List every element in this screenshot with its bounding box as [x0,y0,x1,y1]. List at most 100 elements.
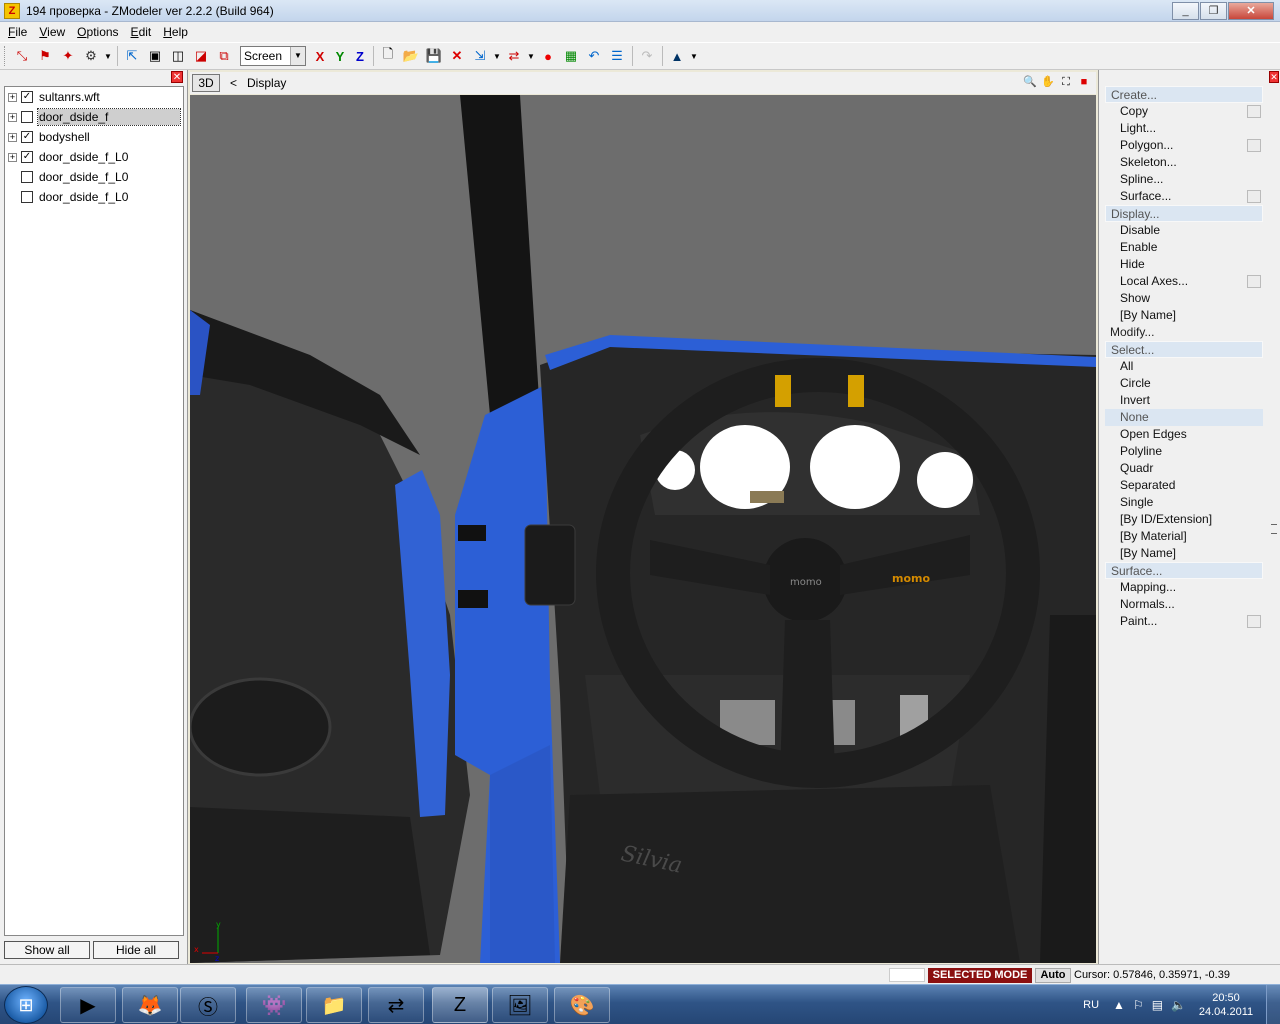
save-icon[interactable]: 💾 [423,45,445,67]
scrollbar-grip[interactable] [1271,524,1277,534]
cmd-select-separated[interactable]: Separated [1105,477,1263,494]
cmd-select-by-material[interactable]: [By Material] [1105,528,1263,545]
view-type-button[interactable]: 3D [192,74,220,92]
cmd-disable[interactable]: Disable [1105,222,1263,239]
stop-icon[interactable]: ■ [1076,74,1092,90]
selected-mode-indicator[interactable]: SELECTED MODE [928,968,1032,983]
cmd-select-single[interactable]: Single [1105,494,1263,511]
cube-red-alt-icon[interactable]: ⧉ [213,45,235,67]
network-icon[interactable]: ▤ [1152,998,1163,1012]
maximize-view-icon[interactable]: ⛶ [1058,74,1074,90]
visibility-checkbox[interactable] [21,171,33,183]
move-tool-icon[interactable]: ⇱ [121,45,143,67]
zmodeler-task-icon[interactable]: Z [432,987,488,1023]
cmd-select-quadr[interactable]: Quadr [1105,460,1263,477]
zoom-icon[interactable]: 🔍 [1022,74,1038,90]
select-bone-icon[interactable]: ✦ [57,45,79,67]
cmd-show[interactable]: Show [1105,290,1263,307]
cmd-mapping[interactable]: Mapping... [1105,579,1263,596]
category-surface[interactable]: Surface... [1105,562,1263,579]
select-vertex-icon[interactable]: ⤡ [11,45,33,67]
hide-all-button[interactable]: Hide all [93,941,179,959]
dropdown-arrow-icon[interactable]: ▼ [526,45,536,67]
render-icon[interactable]: ▦ [560,45,582,67]
close-button[interactable]: ✕ [1228,2,1274,20]
zmodeler-app-icon[interactable]: Z [4,2,20,19]
navigation-icon[interactable]: ▲ [666,45,688,67]
menu-file[interactable]: File [2,25,33,39]
volume-icon[interactable]: 🔈 [1171,998,1186,1012]
tree-item-door-dside-f[interactable]: + door_dside_f [5,107,183,127]
properties-icon[interactable]: ☰ [606,45,628,67]
skype-icon[interactable]: Ⓢ [180,987,236,1023]
menu-help[interactable]: Help [157,25,194,39]
cmd-enable[interactable]: Enable [1105,239,1263,256]
category-select[interactable]: Select... [1105,341,1263,358]
select-polygon-icon[interactable]: ⚑ [34,45,56,67]
close-icon[interactable]: ✕ [1269,71,1279,83]
visibility-checkbox[interactable] [21,111,33,123]
tree-item-sultanrs[interactable]: + ✓ sultanrs.wft [5,87,183,107]
cube-alt-icon[interactable]: ◫ [167,45,189,67]
cmd-select-open-edges[interactable]: Open Edges [1105,426,1263,443]
menu-view[interactable]: View [33,25,71,39]
auto-button[interactable]: Auto [1035,968,1071,983]
axis-z-toggle[interactable]: Z [350,49,370,64]
tree-item-door-dside-f-l0[interactable]: door_dside_f_L0 [5,167,183,187]
axis-x-toggle[interactable]: X [310,49,330,64]
language-indicator[interactable]: RU [1083,999,1099,1011]
maximize-button[interactable]: ❐ [1200,2,1227,20]
viewport-back-arrow[interactable]: < [230,76,237,90]
expand-icon[interactable]: + [8,92,17,102]
visibility-checkbox[interactable]: ✓ [21,151,33,163]
explorer-folder-icon[interactable]: 📁 [306,987,362,1023]
cmd-surface[interactable]: Surface... [1105,188,1263,205]
tray-expand-icon[interactable]: ▲ [1113,998,1125,1012]
firefox-icon[interactable]: 🦊 [122,987,178,1023]
3d-viewport[interactable]: Silvia momo momo y x z [190,95,1096,963]
start-button[interactable]: ⊞ [4,986,48,1024]
cmd-hide[interactable]: Hide [1105,256,1263,273]
category-modify[interactable]: Modify... [1105,324,1263,341]
cmd-local-axes[interactable]: Local Axes... [1105,273,1263,290]
cmd-select-none[interactable]: None [1105,409,1263,426]
expand-icon[interactable]: + [8,112,17,122]
tree-item-bodyshell[interactable]: + ✓ bodyshell [5,127,183,147]
expand-icon[interactable]: + [8,132,17,142]
tree-item-door-dside-f-l0[interactable]: door_dside_f_L0 [5,187,183,207]
panel-scrollbar[interactable] [1268,84,1280,964]
tree-item-door-dside-f-l0[interactable]: + ✓ door_dside_f_L0 [5,147,183,167]
cube-red-icon[interactable]: ◪ [190,45,212,67]
record-icon[interactable]: ● [537,45,559,67]
flag-icon[interactable]: ⚐ [1133,998,1144,1012]
redo-icon[interactable]: ↷ [636,45,658,67]
game-app-icon[interactable]: 👾 [246,987,302,1023]
cube-icon[interactable]: ▣ [144,45,166,67]
options-box[interactable] [1247,139,1261,152]
cmd-select-invert[interactable]: Invert [1105,392,1263,409]
delete-icon[interactable]: ✕ [446,45,468,67]
cmd-spline[interactable]: Spline... [1105,171,1263,188]
cmd-select-all[interactable]: All [1105,358,1263,375]
cmd-paint[interactable]: Paint... [1105,613,1263,630]
cmd-select-by-id[interactable]: [By ID/Extension] [1105,511,1263,528]
visibility-checkbox[interactable] [21,191,33,203]
media-player-icon[interactable]: ▶ [60,987,116,1023]
options-box[interactable] [1247,105,1261,118]
cmd-skeleton[interactable]: Skeleton... [1105,154,1263,171]
dropdown-arrow-icon[interactable]: ▼ [689,45,699,67]
teamviewer-icon[interactable]: ⇄ [368,987,424,1023]
cmd-polygon[interactable]: Polygon... [1105,137,1263,154]
cmd-copy[interactable]: Copy [1105,103,1263,120]
menu-edit[interactable]: Edit [125,25,158,39]
picture-viewer-icon[interactable]: 🖼 [492,987,548,1023]
visibility-checkbox[interactable]: ✓ [21,91,33,103]
undo-icon[interactable]: ↶ [583,45,605,67]
clock[interactable]: 20:50 24.04.2011 [1194,991,1258,1019]
options-box[interactable] [1247,190,1261,203]
cmd-select-polyline[interactable]: Polyline [1105,443,1263,460]
show-all-button[interactable]: Show all [4,941,90,959]
expand-icon[interactable]: + [8,152,17,162]
chevron-down-icon[interactable]: ▼ [290,47,305,65]
select-object-icon[interactable]: ⚙ [80,45,102,67]
